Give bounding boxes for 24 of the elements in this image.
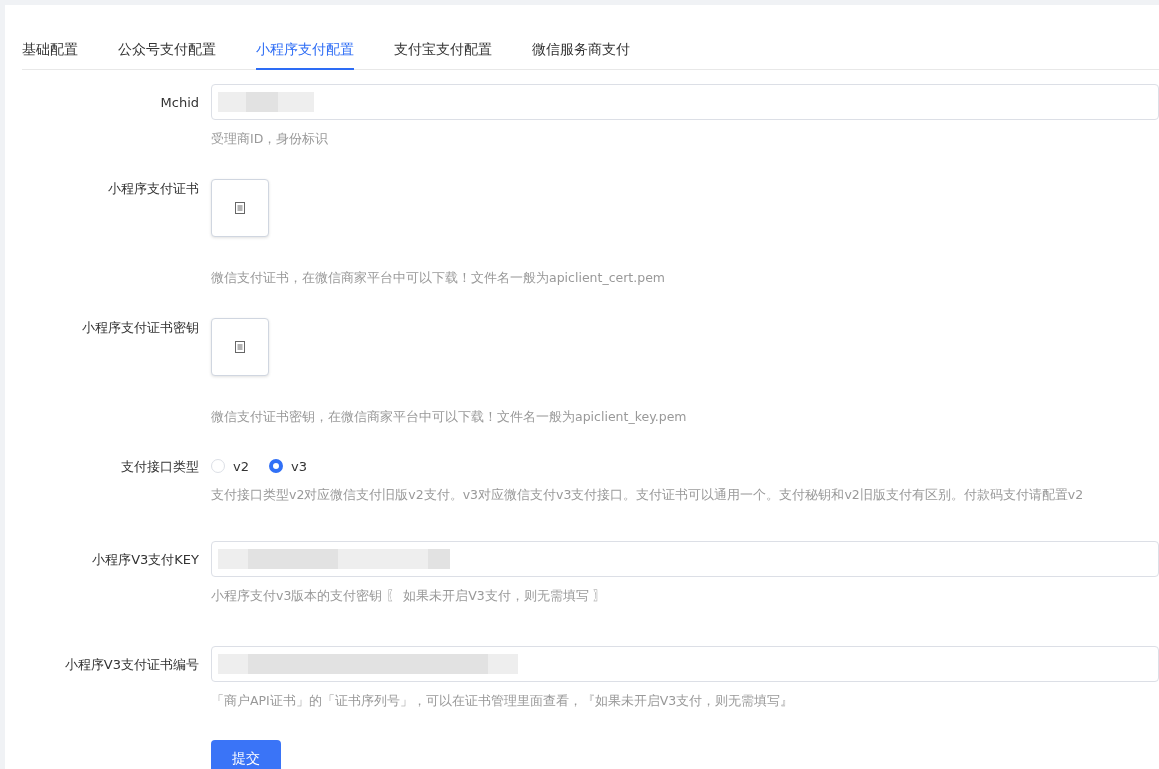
tab[interactable]: 小程序支付配置 bbox=[256, 31, 354, 71]
field-label: 支付接口类型 bbox=[120, 457, 200, 476]
help-text: 小程序支付v3版本的支付密钥 〖 如果未开启V3支付，则无需填写 〗 bbox=[211, 586, 607, 605]
field-label: 小程序V3支付KEY bbox=[91, 550, 200, 569]
file-upload-button[interactable] bbox=[211, 317, 269, 376]
tab[interactable]: 支付宝支付配置 bbox=[394, 31, 492, 71]
field-label: 小程序支付证书 bbox=[107, 180, 200, 198]
help-text: 受理商ID，身份标识 bbox=[211, 130, 330, 149]
tab[interactable]: 公众号支付配置 bbox=[118, 31, 216, 71]
field-label: Mchid bbox=[159, 94, 200, 113]
field-label: 小程序V3支付证书编号 bbox=[63, 655, 200, 674]
input-field[interactable] bbox=[211, 84, 1159, 121]
tab[interactable]: 基础配置 bbox=[22, 31, 78, 71]
radio-option[interactable]: v2 bbox=[211, 456, 249, 476]
document-icon bbox=[235, 202, 245, 214]
help-text: 「商户API证书」的「证书序列号」，可以在证书管理里面查看，『如果未开启V3支付，则无需填写』 bbox=[211, 691, 795, 710]
input-field[interactable] bbox=[211, 540, 1159, 577]
document-icon bbox=[235, 340, 245, 353]
submit-button[interactable]: 提交 bbox=[211, 740, 281, 769]
tab[interactable]: 微信服务商支付 bbox=[532, 31, 630, 71]
radio-option[interactable]: v3 bbox=[268, 456, 307, 476]
input-field[interactable] bbox=[211, 645, 1159, 682]
file-upload-button[interactable] bbox=[211, 179, 269, 237]
field-label: 小程序支付证书密钥 bbox=[81, 318, 200, 337]
